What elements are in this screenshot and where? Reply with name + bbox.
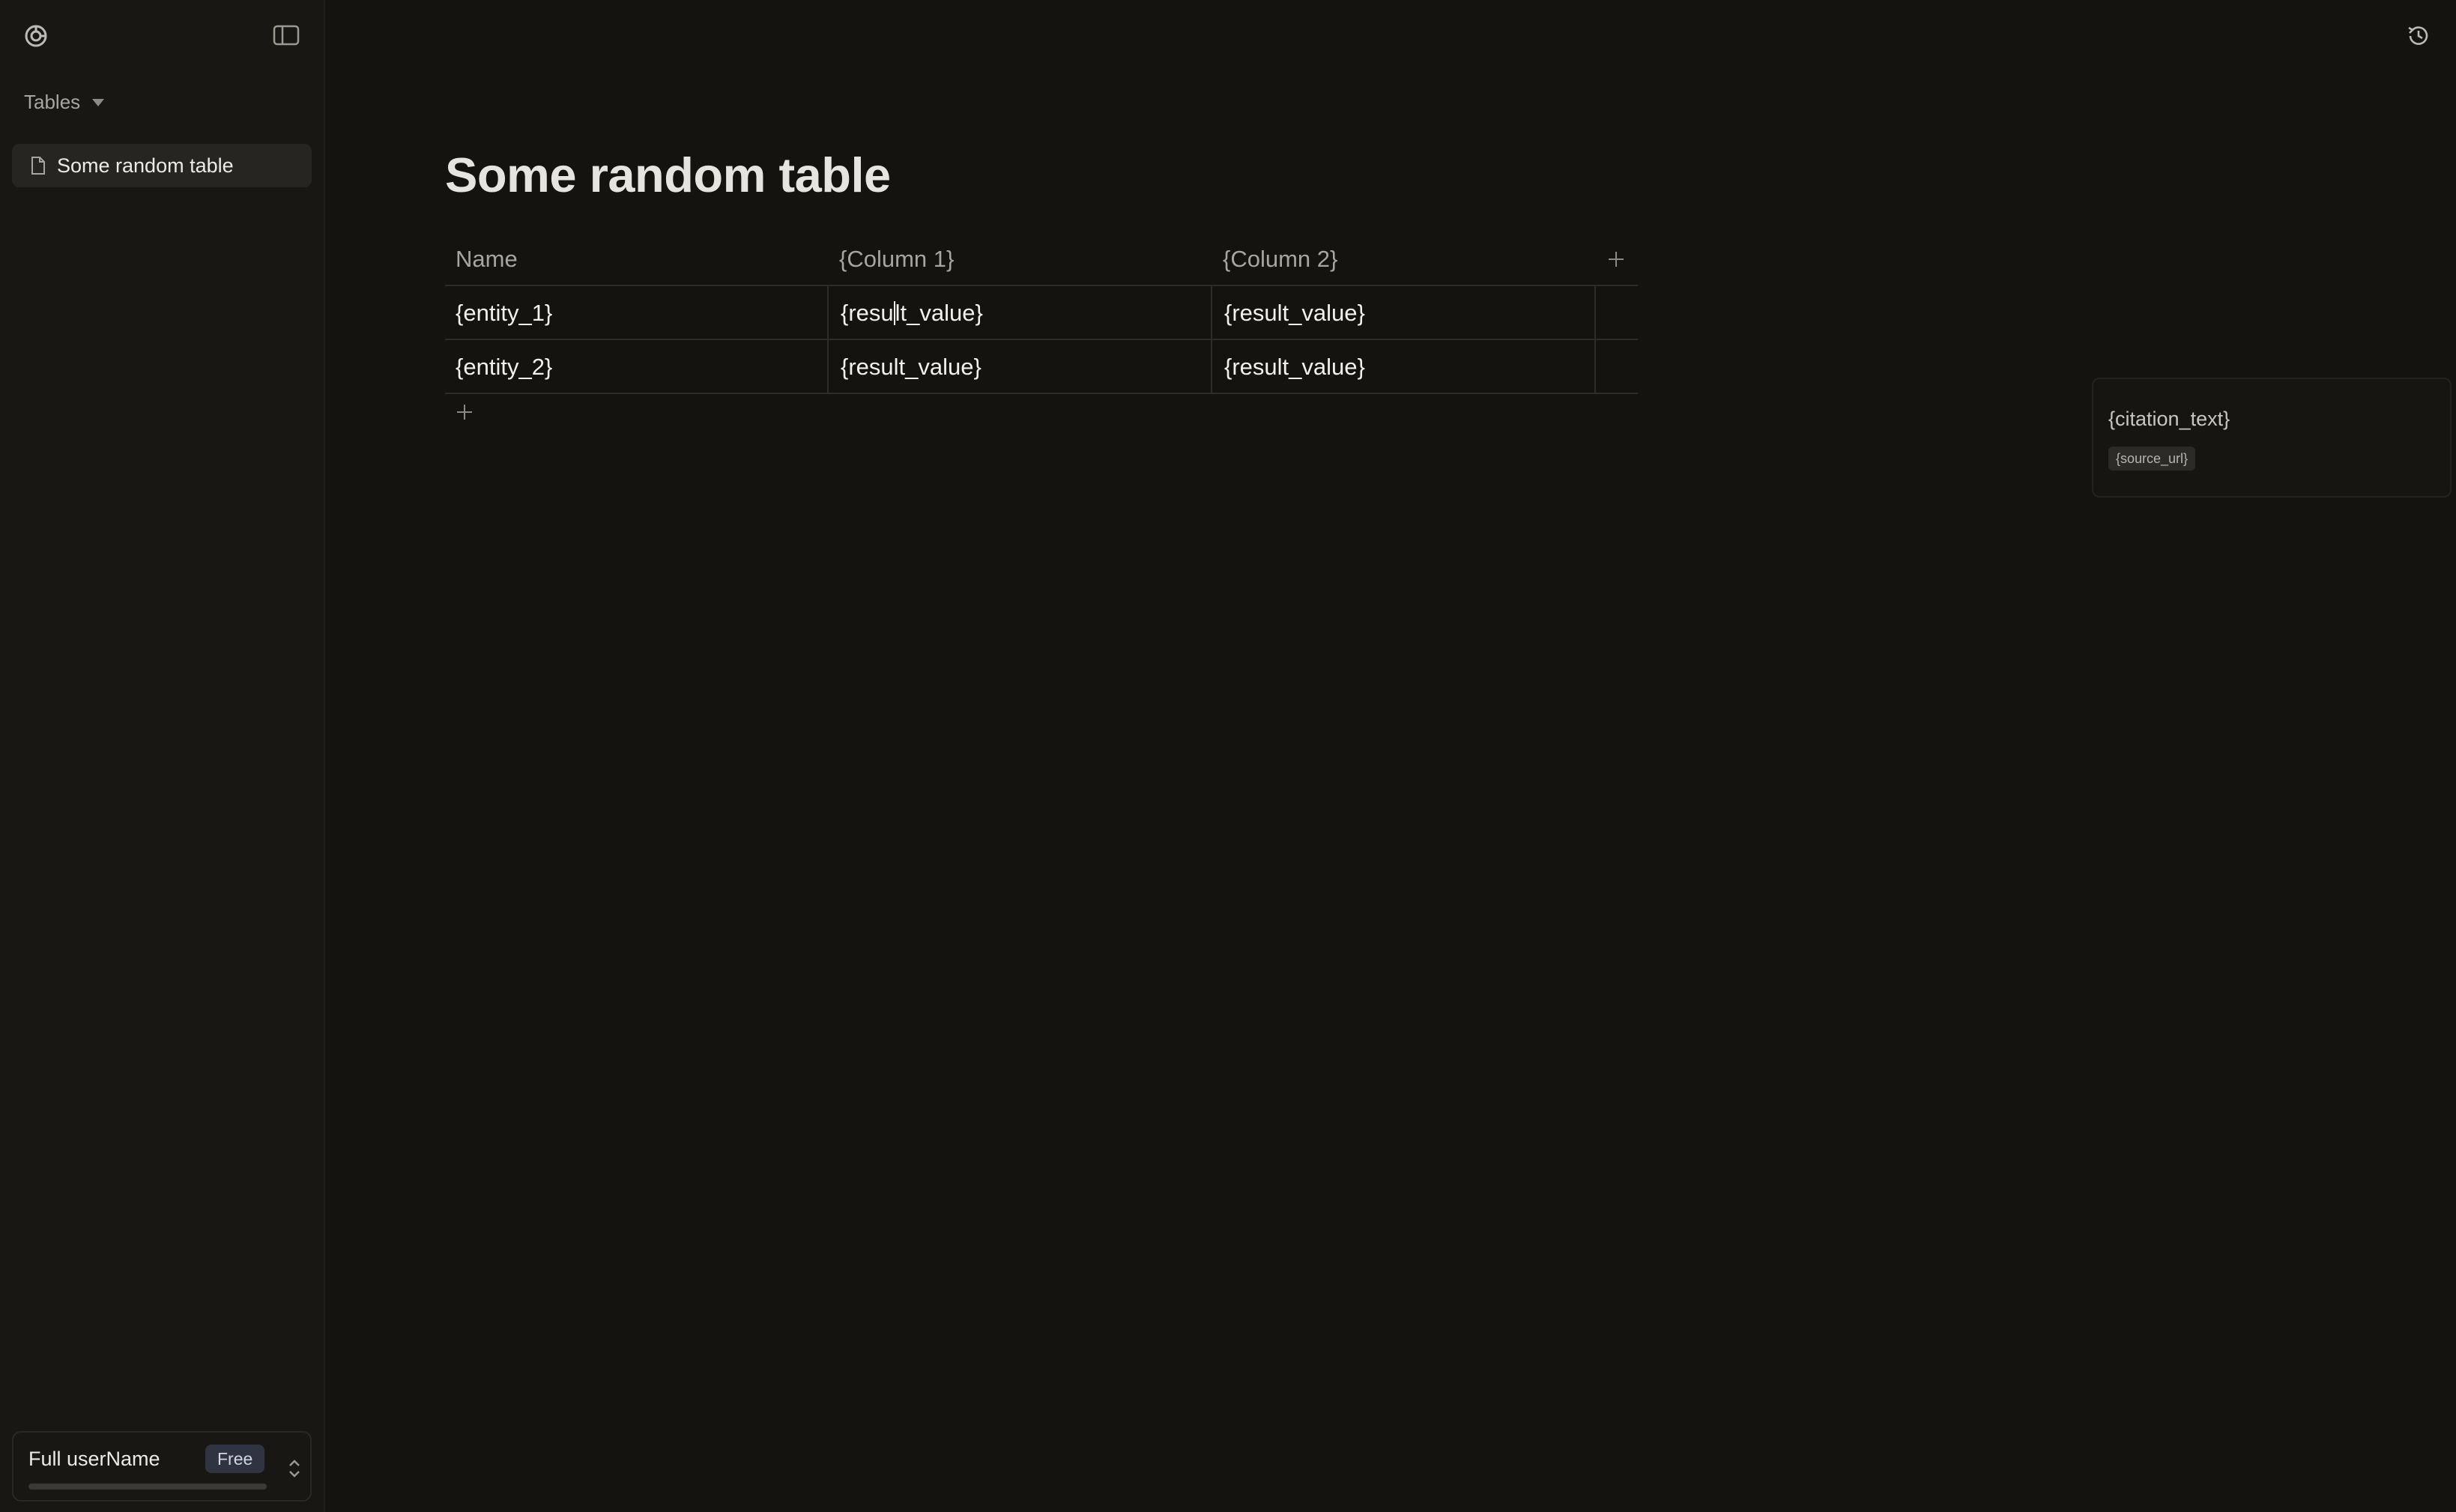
table-cell-name[interactable]: {entity_2} bbox=[445, 340, 827, 394]
citation-text: {citation_text} bbox=[2108, 408, 2230, 430]
column-header-column-2[interactable]: {Column 2} bbox=[1211, 232, 1594, 286]
table-cell-name[interactable]: {entity_1} bbox=[445, 286, 827, 340]
tables-section-header[interactable]: Tables bbox=[24, 88, 105, 115]
user-account-card[interactable]: Full userName Free bbox=[12, 1431, 312, 1502]
table-header-row: Name {Column 1} {Column 2} bbox=[445, 232, 1638, 286]
tables-section-label: Tables bbox=[24, 90, 81, 113]
column-header-column-1[interactable]: {Column 1} bbox=[827, 232, 1211, 286]
add-column-plus-icon[interactable] bbox=[1604, 247, 1628, 271]
table-cell-empty bbox=[1594, 286, 1638, 340]
page-title[interactable]: Some random table bbox=[445, 147, 891, 203]
sidebar: Tables Some random table Full userName F… bbox=[0, 0, 325, 1512]
table-cell-column-1[interactable]: {result_value} bbox=[827, 340, 1211, 394]
sidebar-toggle-icon[interactable] bbox=[273, 24, 300, 46]
table-cell-column-2[interactable]: {result_value} bbox=[1211, 340, 1594, 394]
add-row-container bbox=[453, 400, 477, 424]
column-header-name[interactable]: Name bbox=[445, 232, 827, 286]
table-cell-column-1[interactable]: {result_value} bbox=[827, 286, 1211, 340]
caret-down-icon bbox=[92, 99, 105, 106]
cell-text-after-cursor: lt_value} bbox=[895, 300, 983, 326]
sidebar-item-label: Some random table bbox=[57, 154, 234, 177]
source-url-pill[interactable]: {source_url} bbox=[2108, 447, 2196, 471]
plan-badge: Free bbox=[205, 1445, 265, 1473]
sidebar-item-some-random-table[interactable]: Some random table bbox=[12, 144, 312, 187]
table-row: {entity_2} {result_value} {result_value} bbox=[445, 340, 1638, 394]
logo-icon[interactable] bbox=[22, 22, 49, 49]
citation-card: {citation_text} {source_url} bbox=[2092, 378, 2452, 498]
table-cell-empty bbox=[1594, 340, 1638, 394]
app-window: Tables Some random table Full userName F… bbox=[0, 0, 2456, 1512]
table-row: {entity_1} {resu lt_value} {result_value} bbox=[445, 286, 1638, 340]
history-icon[interactable] bbox=[2405, 22, 2432, 49]
chevron-up-down-icon bbox=[289, 1460, 300, 1478]
document-icon bbox=[31, 157, 45, 175]
cell-text-before-cursor: {resu bbox=[841, 300, 894, 326]
data-table: Name {Column 1} {Column 2} {entity_1} {r… bbox=[445, 232, 1638, 394]
add-row-plus-icon[interactable] bbox=[453, 400, 477, 424]
table-cell-column-2[interactable]: {result_value} bbox=[1211, 286, 1594, 340]
user-name: Full userName bbox=[28, 1448, 160, 1470]
usage-progress-bar bbox=[28, 1484, 267, 1490]
add-column-cell bbox=[1594, 232, 1638, 286]
